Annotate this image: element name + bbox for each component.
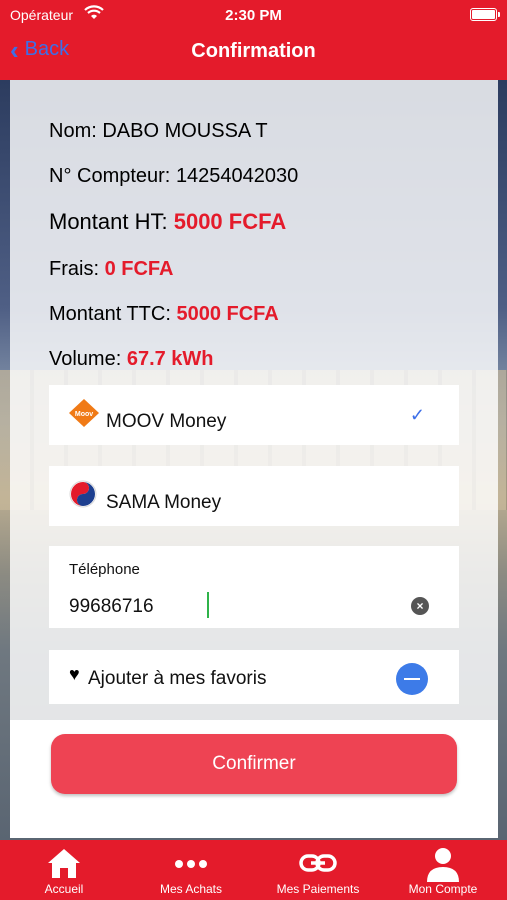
phone-field-container: Téléphone × [49,546,459,628]
tab-label-mon-compte: Mon Compte [408,882,478,896]
clock: 2:30 PM [225,7,282,24]
tab-bar: Accueil Mes Achats Mes Paiements Mon Com… [0,840,507,900]
confirm-button[interactable]: Confirmer [51,734,457,794]
compteur-value: 14254042030 [175,165,299,187]
frais-label: Frais: [49,258,105,280]
status-bar: Opérateur 2:30 PM [0,5,507,25]
sama-money-label: SAMA Money [106,492,222,513]
compteur-row: N° Compteur: 14254042030 [49,165,298,188]
frais-row: Frais: 0 FCFA [49,258,173,281]
battery-icon [470,8,500,21]
montant-ttc-label: Montant TTC: [49,303,177,325]
montant-ht-label: Montant HT: [49,209,174,234]
clear-icon[interactable]: × [411,597,429,615]
link-icon [268,846,368,880]
tab-mes-achats[interactable]: Mes Achats [148,840,234,900]
montant-ttc-row: Montant TTC: 5000 FCFA [49,303,279,326]
remove-favorite-icon[interactable] [396,663,428,695]
payment-option-sama[interactable]: SAMA Money [49,466,459,526]
favorite-row[interactable]: ♥ Ajouter à mes favoris [49,650,459,704]
tab-mes-paiements[interactable]: Mes Paiements [268,840,368,900]
nom-label: Nom: [49,120,103,142]
frais-value: 0 FCFA [104,258,174,280]
tab-accueil[interactable]: Accueil [24,840,104,900]
more-dots-icon [148,846,234,880]
nom-row: Nom: DABO MOUSSA T [49,120,268,143]
tab-label-mes-achats: Mes Achats [159,882,223,896]
text-caret [207,592,209,618]
phone-label: Téléphone [69,561,140,578]
montant-ht-value: 5000 FCFA [173,209,287,234]
tab-label-accueil: Accueil [44,882,84,896]
nom-value: DABO MOUSSA T [102,120,268,142]
tab-mon-compte[interactable]: Mon Compte [398,840,488,900]
sama-money-logo-icon [69,480,97,508]
montant-ttc-value: 5000 FCFA [176,303,279,325]
favorite-label: Ajouter à mes favoris [88,668,267,689]
tab-label-mes-paiements: Mes Paiements [276,882,360,896]
checkmark-icon: ✓ [409,405,425,425]
compteur-label: N° Compteur: [49,165,176,187]
moov-logo-text: Moov [75,411,93,418]
phone-input[interactable] [69,596,389,618]
moov-money-logo-icon: Moov [69,399,99,427]
heart-icon: ♥ [69,664,80,684]
volume-value: 67.7 kWh [126,348,214,370]
navigation-header: Opérateur 2:30 PM ‹ Back Confirmation [0,0,507,80]
payment-option-moov[interactable]: Moov MOOV Money ✓ [49,385,459,445]
volume-row: Volume: 67.7 kWh [49,348,214,371]
home-icon [24,846,104,880]
volume-label: Volume: [49,348,127,370]
user-icon [398,846,488,882]
page-title: Confirmation [191,40,316,62]
moov-money-label: MOOV Money [106,411,227,432]
montant-ht-row: Montant HT: 5000 FCFA [49,209,286,235]
